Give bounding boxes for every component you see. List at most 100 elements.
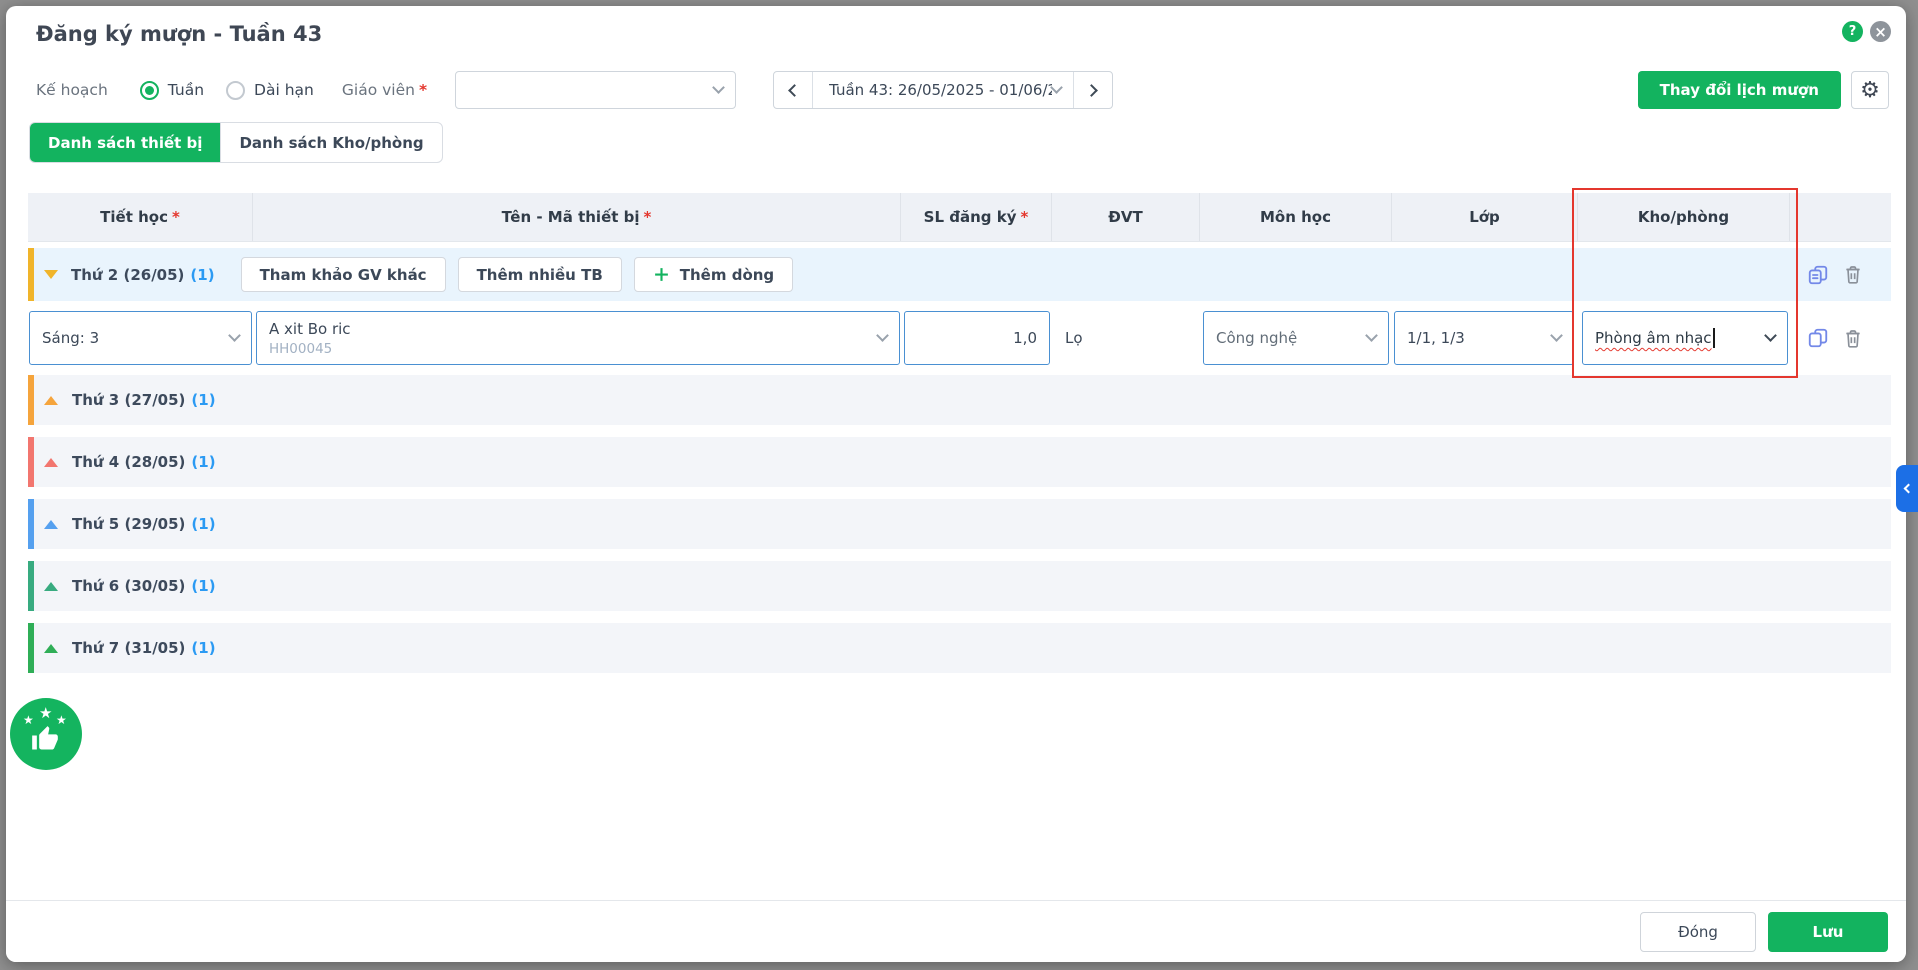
add-multiple-devices-button[interactable]: Thêm nhiều TB xyxy=(458,257,622,292)
tab-bar: Danh sách thiết bị Danh sách Kho/phòng xyxy=(29,122,443,163)
day-label: Thứ 6 (30/05) xyxy=(72,577,185,595)
subject-value: Công nghệ xyxy=(1216,329,1297,347)
text-cursor xyxy=(1713,328,1715,348)
day-count: (1) xyxy=(191,639,215,657)
next-week-button[interactable] xyxy=(1074,72,1112,108)
plus-icon xyxy=(653,266,670,283)
copy-row-button[interactable] xyxy=(1807,327,1829,349)
add-row-button[interactable]: Thêm dòng xyxy=(634,257,793,292)
settings-button[interactable]: ⚙ xyxy=(1851,71,1889,109)
expand-caret-icon[interactable] xyxy=(44,644,58,653)
quantity-input[interactable]: 1,0 xyxy=(904,311,1050,365)
close-button[interactable]: Đóng xyxy=(1640,912,1756,952)
week-select[interactable]: Tuần 43: 26/05/2025 - 01/06/2025 xyxy=(812,72,1074,108)
day-group-monday[interactable]: Thứ 2 (26/05) (1) Tham khảo GV khác Thêm… xyxy=(28,248,1891,301)
day-group-tuesday[interactable]: Thứ 3 (27/05) (1) xyxy=(28,375,1891,425)
expand-caret-icon[interactable] xyxy=(44,582,58,591)
radio-selected-icon xyxy=(140,81,159,100)
window-controls: ? × xyxy=(1842,21,1891,42)
header-actions xyxy=(1790,193,1891,241)
borrow-registration-modal: Đăng ký mượn - Tuần 43 ? × Kế hoạch Tuần… xyxy=(6,6,1906,962)
class-select[interactable]: 1/1, 1/3 xyxy=(1394,311,1574,365)
subject-select[interactable]: Công nghệ xyxy=(1203,311,1389,365)
header-device-name: Tên - Mã thiết bị* xyxy=(253,193,901,241)
tab-room-list[interactable]: Danh sách Kho/phòng xyxy=(220,123,441,162)
expand-caret-icon[interactable] xyxy=(44,396,58,405)
device-table: Tiết học* Tên - Mã thiết bị* SL đăng ký*… xyxy=(28,193,1891,673)
chevron-down-icon xyxy=(876,329,889,342)
help-icon[interactable]: ? xyxy=(1842,21,1863,42)
drawer-collapse-handle[interactable] xyxy=(1896,465,1918,512)
thumbs-up-icon xyxy=(31,725,59,753)
chevron-down-icon xyxy=(1764,329,1777,342)
device-select[interactable]: A xit Bo ric HH00045 xyxy=(256,311,900,365)
trash-icon xyxy=(1843,328,1863,349)
chevron-down-icon xyxy=(228,329,241,342)
week-select-value: Tuần 43: 26/05/2025 - 01/06/2025 xyxy=(829,81,1052,99)
trash-icon xyxy=(1843,264,1863,285)
chevron-right-icon xyxy=(1085,84,1098,97)
day-count: (1) xyxy=(191,453,215,471)
day-group-saturday[interactable]: Thứ 7 (31/05) (1) xyxy=(28,623,1891,673)
day-group-friday[interactable]: Thứ 6 (30/05) (1) xyxy=(28,561,1891,611)
group-row-actions xyxy=(1790,264,1891,286)
header-quantity: SL đăng ký* xyxy=(901,193,1052,241)
consult-other-teachers-button[interactable]: Tham khảo GV khác xyxy=(241,257,446,292)
period-value: Sáng: 3 xyxy=(42,329,99,347)
header-unit: ĐVT xyxy=(1052,193,1200,241)
header-room: Kho/phòng xyxy=(1578,193,1790,241)
chevron-down-icon xyxy=(1050,81,1063,94)
expand-caret-icon[interactable] xyxy=(44,520,58,529)
copy-day-button[interactable] xyxy=(1807,264,1829,286)
radio-unselected-icon xyxy=(226,81,245,100)
save-button[interactable]: Lưu xyxy=(1768,912,1888,952)
prev-week-button[interactable] xyxy=(774,72,812,108)
copy-icon xyxy=(1807,327,1829,349)
day-count: (1) xyxy=(190,266,214,284)
collapse-caret-icon[interactable] xyxy=(44,270,58,279)
copy-icon xyxy=(1807,264,1829,286)
class-value: 1/1, 1/3 xyxy=(1407,329,1465,347)
radio-week[interactable]: Tuần xyxy=(140,81,204,100)
expand-caret-icon[interactable] xyxy=(44,458,58,467)
day-label: Thứ 3 (27/05) xyxy=(72,391,185,409)
chevron-down-icon xyxy=(712,81,725,94)
tab-device-list[interactable]: Danh sách thiết bị xyxy=(30,123,220,162)
day-color-bar xyxy=(28,437,34,487)
day-count: (1) xyxy=(191,577,215,595)
delete-day-button[interactable] xyxy=(1843,264,1863,285)
day-label: Thứ 4 (28/05) xyxy=(72,453,185,471)
delete-row-button[interactable] xyxy=(1843,328,1863,349)
required-mark: * xyxy=(172,208,180,226)
week-navigator: Tuần 43: 26/05/2025 - 01/06/2025 xyxy=(773,71,1113,109)
chevron-down-icon xyxy=(1550,329,1563,342)
radio-week-label: Tuần xyxy=(168,81,204,99)
change-schedule-button[interactable]: Thay đổi lịch mượn xyxy=(1638,71,1841,109)
day-color-bar xyxy=(28,561,34,611)
modal-footer: Đóng Lưu xyxy=(6,900,1906,962)
header-subject: Môn học xyxy=(1200,193,1392,241)
day-color-bar xyxy=(28,375,34,425)
day-label: Thứ 5 (29/05) xyxy=(72,515,185,533)
radio-long-term-label: Dài hạn xyxy=(254,81,314,99)
plan-form-row: Kế hoạch Tuần Dài hạn Giáo viên * Tuần 4… xyxy=(36,71,1889,109)
day-group-wednesday[interactable]: Thứ 4 (28/05) (1) xyxy=(28,437,1891,487)
day-group-thursday[interactable]: Thứ 5 (29/05) (1) xyxy=(28,499,1891,549)
page-title: Đăng ký mượn - Tuần 43 xyxy=(36,22,322,46)
required-mark: * xyxy=(644,208,652,226)
add-row-label: Thêm dòng xyxy=(680,266,774,284)
day-color-bar xyxy=(28,499,34,549)
day-label: Thứ 7 (31/05) xyxy=(72,639,185,657)
close-icon[interactable]: × xyxy=(1870,21,1891,42)
header-period: Tiết học* xyxy=(28,193,253,241)
room-value: Phòng âm nhạc xyxy=(1595,329,1712,347)
device-name: A xit Bo ric xyxy=(269,320,351,338)
radio-long-term[interactable]: Dài hạn xyxy=(226,81,314,100)
teacher-select[interactable] xyxy=(455,71,736,109)
period-select[interactable]: Sáng: 3 xyxy=(29,311,252,365)
room-combobox[interactable]: Phòng âm nhạc xyxy=(1582,311,1788,365)
star-icon: ★ xyxy=(39,704,52,722)
rating-badge[interactable]: ★ ★ ★ xyxy=(10,698,82,770)
required-mark: * xyxy=(1020,208,1028,226)
teacher-label: Giáo viên * xyxy=(342,81,427,99)
